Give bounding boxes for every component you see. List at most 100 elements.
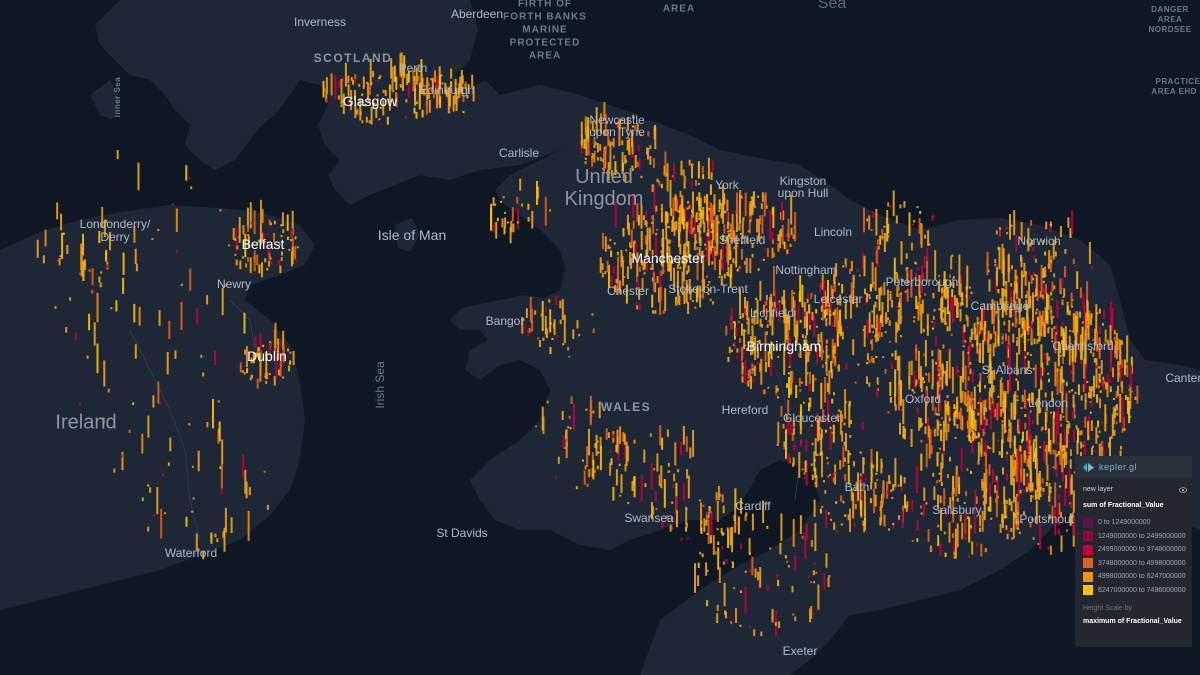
data-bar — [701, 553, 704, 558]
data-bar — [1048, 514, 1051, 520]
data-bar — [290, 238, 292, 242]
data-bar — [757, 361, 760, 366]
eye-icon[interactable] — [1179, 486, 1187, 493]
data-bar — [688, 205, 691, 209]
data-bar — [188, 423, 191, 426]
map-canvas[interactable] — [0, 0, 1200, 675]
data-bar — [341, 100, 344, 103]
data-bar — [1134, 396, 1137, 400]
data-bar — [561, 299, 564, 320]
data-bar — [938, 281, 940, 292]
data-bar — [653, 272, 655, 292]
data-bar — [948, 348, 951, 379]
data-bar — [376, 103, 379, 106]
data-bar — [1062, 415, 1065, 418]
data-bar — [1036, 491, 1039, 494]
data-bar — [1121, 391, 1124, 393]
data-bar — [763, 248, 766, 251]
data-bar — [1001, 340, 1004, 345]
data-bar — [995, 310, 998, 314]
data-bar — [1054, 251, 1057, 257]
data-bar — [660, 250, 663, 253]
data-bar — [185, 165, 188, 181]
data-bar — [567, 346, 570, 351]
data-bar — [1057, 451, 1060, 456]
data-bar — [375, 107, 378, 118]
data-bar — [1024, 356, 1027, 359]
data-bar — [361, 120, 364, 124]
data-bar — [891, 497, 894, 499]
data-bar — [342, 93, 345, 115]
data-bar — [660, 203, 663, 223]
data-bar — [836, 416, 839, 421]
data-bar — [932, 327, 934, 330]
data-bar — [679, 191, 682, 198]
data-bar — [849, 268, 851, 274]
legend-bin: 0 to 1249000000 — [1083, 516, 1188, 530]
data-bar — [620, 474, 623, 493]
data-bar — [1050, 411, 1052, 414]
data-bar — [778, 621, 781, 629]
data-bar — [836, 299, 839, 305]
data-bar — [682, 208, 685, 214]
data-bar — [634, 155, 637, 169]
data-bar — [590, 400, 593, 417]
data-bar — [496, 217, 499, 221]
data-bar — [948, 522, 951, 543]
data-bar — [825, 296, 828, 306]
data-bar — [635, 302, 638, 305]
data-bar — [699, 551, 702, 555]
data-bar — [65, 327, 68, 333]
data-bar — [895, 215, 898, 224]
data-bar — [651, 263, 654, 271]
data-bar — [214, 350, 216, 365]
data-bar — [832, 473, 835, 478]
data-bar — [829, 295, 832, 311]
data-bar — [951, 367, 954, 394]
data-bar — [989, 496, 992, 512]
data-bar — [967, 401, 970, 405]
data-bar — [1116, 404, 1118, 411]
data-bar — [247, 240, 250, 243]
data-bar — [1060, 535, 1063, 552]
data-bar — [1018, 327, 1021, 355]
data-bar — [905, 267, 908, 271]
data-bar — [1008, 267, 1011, 273]
data-bar — [990, 305, 993, 309]
data-bar — [785, 414, 788, 421]
data-bar — [74, 332, 77, 341]
legend-swatch — [1083, 571, 1093, 582]
data-bar — [1015, 455, 1018, 482]
data-bar — [575, 486, 578, 490]
data-bar — [1044, 251, 1047, 256]
map-legend[interactable]: kepler.gl new layer sum of Fractional_Va… — [1075, 456, 1192, 647]
data-bar — [885, 320, 888, 323]
data-bar — [852, 339, 855, 356]
data-bar — [1098, 430, 1101, 433]
data-bar — [781, 224, 784, 245]
data-bar — [987, 375, 989, 378]
data-bar — [862, 457, 865, 474]
data-bar — [746, 262, 748, 266]
data-bar — [946, 395, 949, 399]
data-bar — [606, 260, 609, 272]
data-bar — [697, 254, 700, 257]
data-bar — [159, 402, 162, 405]
data-bar — [407, 84, 410, 97]
data-bar — [367, 82, 369, 101]
data-bar — [493, 222, 496, 233]
data-bar — [1044, 284, 1047, 294]
data-bar — [815, 325, 818, 328]
data-bar — [807, 575, 810, 578]
data-bar — [234, 238, 237, 241]
data-bar — [1098, 366, 1101, 369]
data-bar — [1054, 508, 1057, 536]
data-bar — [991, 334, 994, 337]
legend-bin-label: 6247000000 to 7496000000 — [1098, 586, 1186, 594]
data-bar — [1100, 360, 1103, 375]
data-bar — [765, 301, 768, 306]
data-bar — [624, 174, 627, 183]
data-bar — [1004, 515, 1007, 519]
data-bar — [990, 517, 993, 520]
data-bar — [777, 355, 780, 358]
